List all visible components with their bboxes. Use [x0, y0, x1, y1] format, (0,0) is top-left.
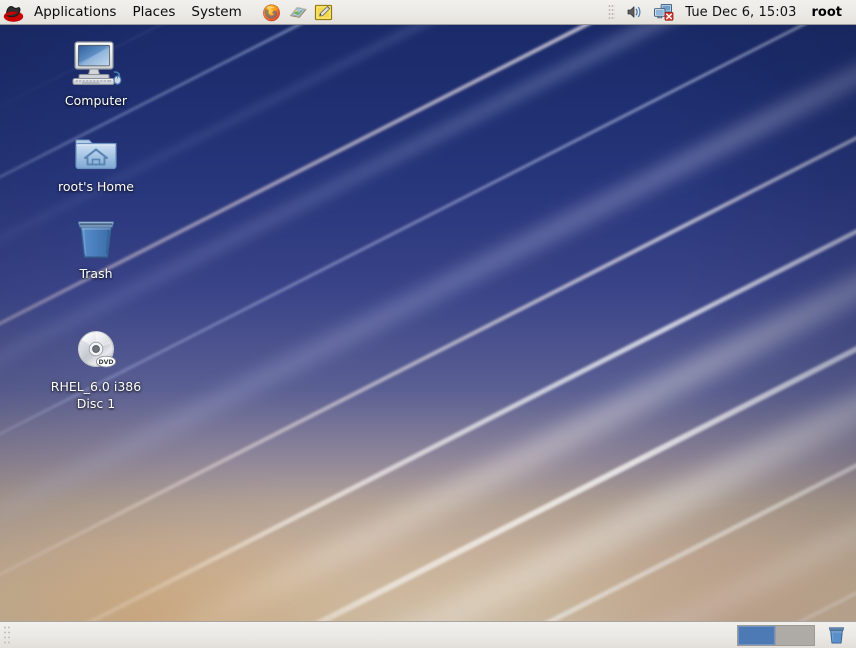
desktop-icon-dvd[interactable]: DVD RHEL_6.0 i386 Disc 1	[38, 323, 154, 413]
panel-launchers	[260, 1, 336, 23]
top-panel: Applications Places System	[0, 0, 856, 25]
user-menu[interactable]: root	[806, 3, 849, 22]
desktop-screen: Applications Places System	[0, 0, 856, 648]
computer-icon	[68, 37, 124, 89]
desktop-icon-trash-label: Trash	[79, 266, 112, 283]
menu-system[interactable]: System	[183, 2, 249, 23]
clock[interactable]: Tue Dec 6, 15:03	[678, 3, 803, 22]
workspace-1[interactable]	[738, 626, 776, 645]
evolution-mail-launcher[interactable]	[286, 1, 310, 23]
top-panel-left: Applications Places System	[0, 0, 336, 24]
menu-applications[interactable]: Applications	[26, 2, 124, 23]
menu-places-label: Places	[132, 4, 175, 20]
evolution-mail-icon	[288, 3, 308, 21]
desktop-icon-computer[interactable]: Computer	[38, 37, 154, 110]
volume-speaker-icon[interactable]	[622, 1, 648, 23]
desktop-icon-home-label: root's Home	[58, 179, 134, 196]
svg-text:DVD: DVD	[98, 359, 113, 366]
desktop-icon-area: Computer	[0, 25, 856, 620]
trash-icon	[72, 210, 120, 262]
menu-applications-label: Applications	[34, 4, 116, 20]
workspace-2[interactable]	[776, 626, 814, 645]
desktop-icon-trash[interactable]: Trash	[38, 210, 154, 283]
desktop-icon-computer-label: Computer	[65, 93, 127, 110]
menu-places[interactable]: Places	[124, 2, 183, 23]
notification-area-handle[interactable]	[608, 4, 615, 21]
bottom-panel-handle[interactable]	[3, 625, 12, 645]
redhat-shadowman-icon[interactable]	[0, 0, 26, 25]
firefox-launcher[interactable]	[260, 1, 284, 23]
bottom-panel	[0, 621, 856, 648]
workspace-switcher[interactable]	[737, 625, 815, 646]
firefox-icon	[262, 3, 281, 22]
text-editor-launcher[interactable]	[312, 1, 336, 23]
desktop-icon-dvd-label: RHEL_6.0 i386 Disc 1	[38, 379, 154, 413]
top-panel-right: Tue Dec 6, 15:03 root	[608, 0, 856, 24]
text-editor-icon	[314, 3, 333, 22]
home-folder-icon	[71, 123, 121, 175]
trash-applet-icon[interactable]	[821, 623, 851, 648]
menu-system-label: System	[191, 4, 241, 20]
desktop-icon-home[interactable]: root's Home	[38, 123, 154, 196]
window-list[interactable]	[12, 622, 737, 648]
dvd-disc-icon: DVD	[71, 323, 121, 375]
network-disconnected-icon[interactable]	[650, 1, 676, 23]
